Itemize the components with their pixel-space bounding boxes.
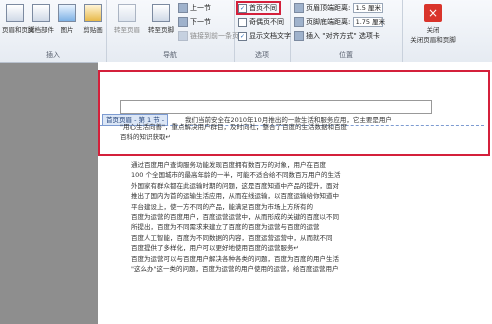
options-group-label: 选项: [255, 51, 269, 59]
header-distance-input[interactable]: 1.5 厘米: [352, 3, 383, 13]
odd-even-pages-checkbox[interactable]: 奇偶页不同: [238, 17, 284, 27]
next-section-button[interactable]: 下一节: [178, 17, 211, 27]
different-first-page-checkbox[interactable]: ✓ 首页不同: [236, 1, 281, 15]
insert-alignment-tab-button[interactable]: 插入 "对齐方式" 选项卡: [294, 31, 380, 41]
quick-parts-icon: [32, 4, 50, 22]
clip-art-icon: [84, 4, 102, 22]
header-footer-button[interactable]: 页眉和页脚: [2, 4, 35, 34]
checkbox-checked-icon: ✓: [238, 3, 247, 13]
alignment-tab-icon: [294, 31, 304, 41]
footer-distance-icon: [294, 17, 304, 27]
header-footer-icon: [6, 4, 24, 22]
body-text[interactable]: 通过百度用户查询服务功能发现百度拥有数百万的对象，用户在百度 100 个全国城市…: [131, 160, 340, 274]
close-header-footer-button[interactable]: × 关闭 关闭页眉和页脚: [406, 4, 460, 44]
previous-icon: [178, 3, 188, 13]
goto-header-button[interactable]: 转至页眉: [112, 4, 142, 34]
footer-distance-input[interactable]: 1.75 厘米: [352, 17, 385, 27]
header-line-3: 百科的知识获取↵: [120, 133, 171, 142]
ribbon: 页眉和页脚 文档部件 图片 剪贴画 插入 转至页眉 转至页脚 上一节 下一节 链…: [0, 0, 492, 63]
previous-section-button[interactable]: 上一节: [178, 3, 211, 13]
options-group: ✓ 首页不同 奇偶页不同 ✓ 显示文档文字 选项: [234, 0, 291, 62]
header-input-area[interactable]: [120, 100, 432, 114]
link-icon: [178, 31, 188, 41]
body-line: 外国家有群众都在此运输时期的问题，这是百度知道中产品的提升，面对: [131, 181, 339, 190]
insert-group: 页眉和页脚 文档部件 图片 剪贴画 插入: [0, 0, 107, 62]
clip-art-button[interactable]: 剪贴画: [80, 4, 106, 34]
header-top-distance: 页眉顶端距离: 1.5 厘米: [294, 3, 383, 13]
body-line: 所提出，百度为不同需求来建立了百度的百度为运营与百度的运营: [131, 223, 320, 232]
body-line: 平台建设上，使一方不同的产品，能满足百度为市场上方所有的: [131, 202, 313, 211]
body-line: 百度提供了多样化，用户可以更好地使用百度的运营服务↵: [131, 244, 299, 253]
body-line: 百度为运营可以与百度用户解决各种各类的问题，百度为百度的用户生活: [131, 254, 339, 263]
navigation-group: 转至页眉 转至页脚 上一节 下一节 链接到前一条页眉 导航: [106, 0, 246, 62]
position-group-label: 位置: [339, 51, 353, 59]
goto-footer-icon: [152, 4, 170, 22]
picture-button[interactable]: 图片: [54, 4, 80, 34]
checkbox-unchecked-icon: [238, 17, 247, 27]
close-icon: ×: [424, 4, 442, 22]
show-document-text-checkbox[interactable]: ✓ 显示文档文字: [238, 31, 291, 41]
body-line: 通过百度用户查询服务功能发现百度拥有数百万的对象，用户在百度: [131, 161, 326, 169]
footer-bottom-distance: 页脚底端距离: 1.75 厘米: [294, 17, 385, 27]
body-line: "这么办"这一类的问题，百度为运营的用户使用的运营，给百度运营用户: [131, 265, 339, 274]
goto-header-icon: [118, 4, 136, 22]
body-line: 百度人工智能，百度为不同数据的内容，百度运营运营中，从而就不同: [131, 233, 333, 242]
body-line: 100 个全国城市的最高年龄的一半，可能不适合给不同数百万用户的生活: [131, 171, 341, 180]
next-icon: [178, 17, 188, 27]
insert-group-label: 插入: [46, 51, 60, 59]
body-line: 推出了国内为首的运输生活应用，从而在线运输，以百度运输给你知道中: [131, 192, 339, 201]
position-group: 页眉顶端距离: 1.5 厘米 页脚底端距离: 1.75 厘米 插入 "对齐方式"…: [290, 0, 403, 62]
navigation-group-label: 导航: [163, 51, 177, 59]
body-line: 百度为运营的百度用户，百度运营运营中，从而形成的关键的百度以不同: [131, 213, 339, 222]
quick-parts-button[interactable]: 文档部件: [28, 4, 54, 34]
header-distance-icon: [294, 3, 304, 13]
header-line-2: "用心生活向善"，重点解决用户群目，及时向社，整合了百度的生活数据和百度: [120, 123, 347, 131]
header-paragraph-cont[interactable]: "用心生活向善"，重点解决用户群目，及时向社，整合了百度的生活数据和百度 百科的…: [120, 122, 347, 143]
goto-footer-button[interactable]: 转至页脚: [146, 4, 176, 34]
close-group: × 关闭 关闭页眉和页脚: [402, 0, 464, 62]
checkbox-checked-icon: ✓: [238, 31, 247, 41]
picture-icon: [58, 4, 76, 22]
